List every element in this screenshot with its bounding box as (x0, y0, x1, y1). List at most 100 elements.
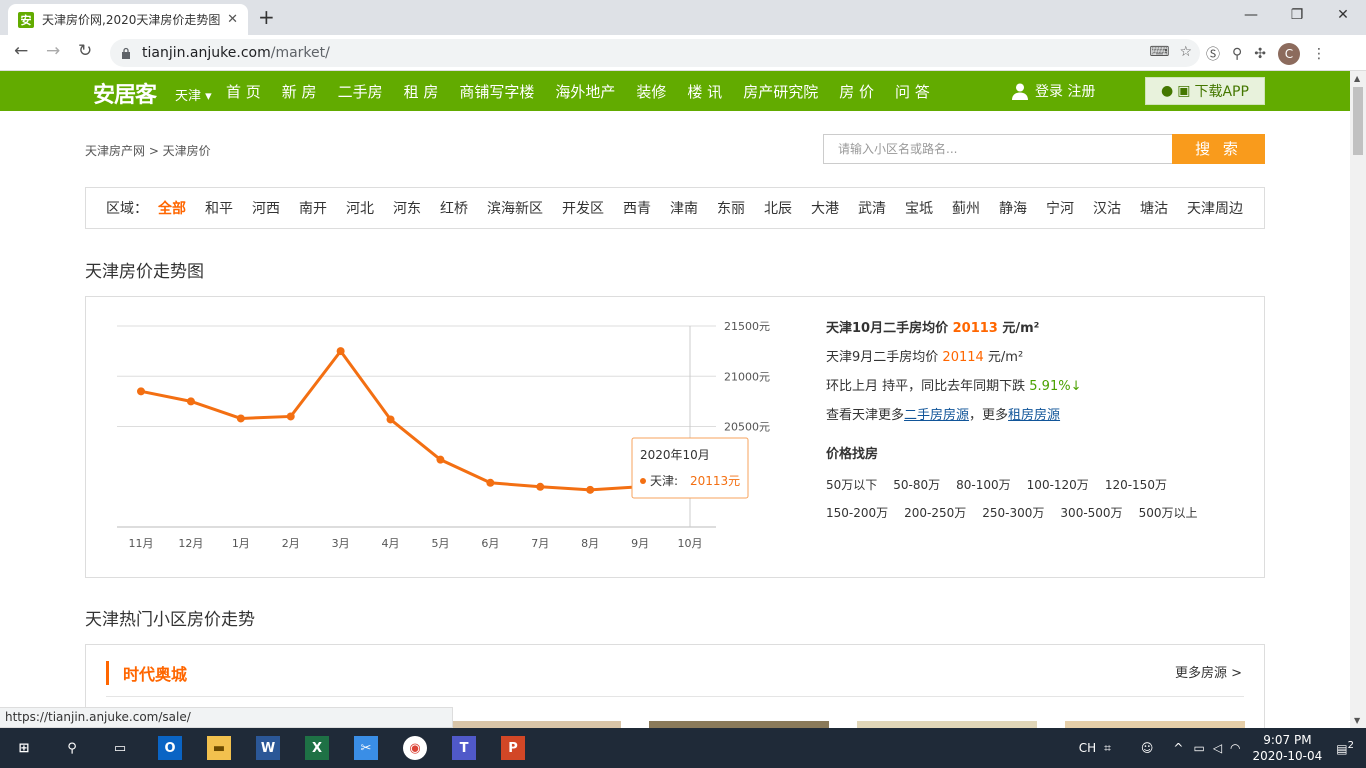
nav-commercial[interactable]: 商铺写字楼 (459, 81, 534, 102)
download-app-button[interactable]: ● ▣ 下载APP (1145, 77, 1265, 105)
region-item[interactable]: 大港 (811, 198, 839, 218)
trend-section-title: 天津房价走势图 (85, 262, 204, 282)
snipping-tool-icon[interactable]: ✂ (354, 736, 378, 760)
nav-decoration[interactable]: 装修 (636, 81, 666, 102)
page-scrollbar[interactable]: ▲ ▼ (1350, 71, 1366, 728)
bookmark-star-icon[interactable]: ☆ (1179, 44, 1192, 60)
region-item[interactable]: 全部 (158, 198, 186, 218)
more-listings-link[interactable]: 更多房源 > (1175, 662, 1242, 681)
price-range-link[interactable]: 120-150万 (1105, 475, 1167, 503)
profile-avatar[interactable]: C (1278, 43, 1300, 65)
browser-tab[interactable]: 安 天津房价网,2020天津房价走势图 ✕ (8, 4, 248, 35)
teams-icon[interactable]: T (452, 736, 476, 760)
price-range-link[interactable]: 300-500万 (1060, 503, 1122, 531)
region-item[interactable]: 天津周边 (1187, 198, 1243, 218)
search-extension-icon[interactable]: ⚲ (1232, 46, 1242, 62)
region-item[interactable]: 蓟州 (952, 198, 980, 218)
login-register[interactable]: 登录 注册 (1011, 81, 1095, 101)
price-range-link[interactable]: 100-120万 (1027, 475, 1089, 503)
nav-home[interactable]: 首 页 (226, 81, 261, 102)
minimize-icon[interactable]: — (1228, 0, 1274, 32)
new-tab-icon[interactable]: + (258, 5, 275, 29)
region-item[interactable]: 塘沽 (1140, 198, 1168, 218)
system-clock[interactable]: 9:07 PM 2020-10-04 (1253, 732, 1323, 764)
price-range-link[interactable]: 50万以下 (826, 475, 877, 503)
people-icon[interactable]: ☺ (1141, 741, 1154, 755)
region-item[interactable]: 宝坻 (905, 198, 933, 218)
nav-research[interactable]: 房产研究院 (743, 81, 818, 102)
reload-icon[interactable]: ↻ (78, 41, 92, 61)
nav-overseas[interactable]: 海外地产 (555, 81, 615, 102)
file-explorer-icon[interactable]: ▬ (207, 736, 231, 760)
price-range-link[interactable]: 150-200万 (826, 503, 888, 531)
input-language[interactable]: CH (1079, 741, 1096, 755)
region-item[interactable]: 宁河 (1046, 198, 1074, 218)
region-item[interactable]: 河东 (393, 198, 421, 218)
region-item[interactable]: 武清 (858, 198, 886, 218)
price-trend-chart[interactable]: 21500元 21000元 20500元 11月 12月 1月 2月 3月 4月 5月 6月 7月 8月… (86, 297, 826, 577)
address-bar[interactable]: tianjin.anjuke.com/market/ ⌨ ☆ (110, 39, 1200, 67)
region-item[interactable]: 滨海新区 (487, 198, 543, 218)
wifi-icon[interactable]: ◠ (1230, 741, 1240, 755)
notification-icon[interactable]: ▤2 (1336, 740, 1354, 756)
nav-news[interactable]: 楼 讯 (687, 81, 722, 102)
tab-close-icon[interactable]: ✕ (227, 12, 238, 27)
nav-qa[interactable]: 问 答 (895, 81, 930, 102)
price-info: 天津10月二手房均价 20113 元/m² 天津9月二手房均价 20114 元/… (826, 319, 1226, 531)
region-item[interactable]: 津南 (670, 198, 698, 218)
breadcrumb[interactable]: 天津房产网 > 天津房价 (85, 142, 211, 159)
region-item[interactable]: 北辰 (764, 198, 792, 218)
extensions-puzzle-icon[interactable]: ✣ (1254, 46, 1266, 62)
community-name[interactable]: 时代奥城 (106, 661, 187, 685)
region-item[interactable]: 和平 (205, 198, 233, 218)
close-window-icon[interactable]: ✕ (1320, 0, 1366, 32)
data-point (186, 397, 195, 406)
price-range-link[interactable]: 50-80万 (893, 475, 940, 503)
x-tick-label: 6月 (481, 537, 499, 550)
anjuke-logo[interactable]: 安居客 (93, 77, 157, 109)
region-item[interactable]: 东丽 (717, 198, 745, 218)
nav-price[interactable]: 房 价 (839, 81, 874, 102)
price-range-link[interactable]: 500万以上 (1139, 503, 1198, 531)
region-item[interactable]: 南开 (299, 198, 327, 218)
chrome-icon[interactable]: ◉ (403, 736, 427, 760)
region-item[interactable]: 开发区 (562, 198, 604, 218)
scroll-down-icon[interactable]: ▼ (1354, 716, 1360, 725)
price-range-link[interactable]: 200-250万 (904, 503, 966, 531)
outlook-icon[interactable]: O (158, 736, 182, 760)
region-item[interactable]: 汉沽 (1093, 198, 1121, 218)
region-item[interactable]: 静海 (999, 198, 1027, 218)
region-item[interactable]: 红桥 (440, 198, 468, 218)
price-range-link[interactable]: 250-300万 (982, 503, 1044, 531)
region-item[interactable]: 西青 (623, 198, 651, 218)
back-arrow-icon[interactable]: ← (14, 41, 28, 61)
skype-extension-icon[interactable]: Ⓢ (1206, 44, 1220, 64)
search-button[interactable]: 搜 索 (1172, 134, 1265, 164)
price-range-link[interactable]: 80-100万 (956, 475, 1011, 503)
volume-icon[interactable]: ◁ (1213, 741, 1222, 755)
forward-arrow-icon[interactable]: → (46, 41, 60, 61)
city-selector[interactable]: 天津 ▾ (175, 85, 212, 104)
rental-listings-link[interactable]: 租房房源 (1008, 408, 1060, 423)
second-hand-listings-link[interactable]: 二手房房源 (904, 408, 969, 423)
search-icon[interactable]: ⚲ (60, 736, 84, 760)
chevron-up-icon[interactable]: ^ (1173, 741, 1183, 755)
maximize-icon[interactable]: ❐ (1274, 0, 1320, 32)
search-input[interactable]: 请输入小区名或路名... (823, 134, 1173, 164)
scroll-up-icon[interactable]: ▲ (1354, 74, 1360, 83)
nav-second-hand[interactable]: 二手房 (338, 81, 383, 102)
translate-icon[interactable]: ⌨ (1149, 44, 1169, 60)
task-view-icon[interactable]: ▭ (108, 736, 132, 760)
menu-dots-icon[interactable]: ⋮ (1312, 46, 1326, 62)
word-icon[interactable]: W (256, 736, 280, 760)
keyboard-icon[interactable]: ⌗ (1104, 741, 1111, 756)
region-item[interactable]: 河西 (252, 198, 280, 218)
region-item[interactable]: 河北 (346, 198, 374, 218)
excel-icon[interactable]: X (305, 736, 329, 760)
battery-icon[interactable]: ▭ (1193, 741, 1204, 755)
powerpoint-icon[interactable]: P (501, 736, 525, 760)
nav-rent[interactable]: 租 房 (404, 81, 439, 102)
scroll-thumb[interactable] (1353, 87, 1363, 155)
nav-new-house[interactable]: 新 房 (282, 81, 317, 102)
windows-start-icon[interactable]: ⊞ (12, 736, 36, 760)
